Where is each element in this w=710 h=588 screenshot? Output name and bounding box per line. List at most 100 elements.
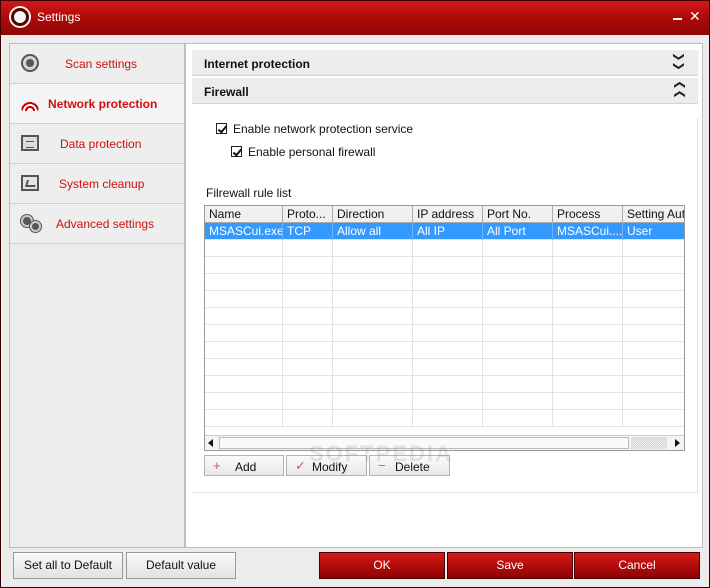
table-cell-empty bbox=[553, 291, 623, 308]
table-cell-empty bbox=[623, 308, 684, 325]
column-header-port[interactable]: Port No. bbox=[483, 206, 553, 223]
network-icon bbox=[21, 95, 39, 111]
section-title: Internet protection bbox=[204, 57, 311, 71]
column-header-protocol[interactable]: Proto... bbox=[283, 206, 333, 223]
firewall-rule-list-label: Filrewall rule list bbox=[206, 186, 292, 200]
table-cell-empty bbox=[283, 393, 333, 410]
table-cell-empty bbox=[413, 376, 483, 393]
table-cell-empty bbox=[333, 291, 413, 308]
table-row-empty bbox=[205, 308, 684, 325]
save-button[interactable]: Save bbox=[447, 552, 573, 579]
table-cell: All IP bbox=[413, 223, 483, 240]
minimize-button[interactable] bbox=[673, 11, 683, 21]
table-cell-empty bbox=[483, 308, 553, 325]
table-cell-empty bbox=[553, 393, 623, 410]
chevron-up-icon: ❯❯ bbox=[673, 80, 686, 99]
table-row-empty bbox=[205, 376, 684, 393]
plus-icon: + bbox=[213, 458, 221, 473]
table-cell-empty bbox=[623, 325, 684, 342]
table-cell-empty bbox=[553, 257, 623, 274]
sidebar-item-label: Data protection bbox=[60, 137, 142, 151]
scroll-left-arrow-icon[interactable] bbox=[208, 439, 213, 447]
table-cell-empty bbox=[413, 393, 483, 410]
table-cell-empty bbox=[205, 274, 283, 291]
table-row-empty bbox=[205, 240, 684, 257]
table-cell-empty bbox=[205, 240, 283, 257]
table-cell-empty bbox=[205, 359, 283, 376]
gear-icon bbox=[23, 56, 37, 70]
add-rule-button[interactable]: + Add bbox=[204, 455, 284, 476]
sidebar-item-network-protection[interactable]: Network protection bbox=[10, 84, 193, 124]
cancel-button[interactable]: Cancel bbox=[574, 552, 700, 579]
table-cell-empty bbox=[333, 342, 413, 359]
scrollbar-track[interactable] bbox=[631, 437, 667, 449]
column-header-direction[interactable]: Direction bbox=[333, 206, 413, 223]
table-cell-empty bbox=[413, 325, 483, 342]
table-cell-empty bbox=[483, 257, 553, 274]
watermark: SOFTPEDIA bbox=[309, 441, 453, 466]
table-cell-empty bbox=[333, 325, 413, 342]
table-cell-empty bbox=[283, 291, 333, 308]
table-row[interactable]: MSASCui.exe TCP Allow all All IP All Por… bbox=[205, 223, 684, 240]
table-cell-empty bbox=[623, 393, 684, 410]
table-cell-empty bbox=[205, 410, 283, 427]
sidebar-item-system-cleanup[interactable]: System cleanup bbox=[10, 164, 184, 204]
table-row-empty bbox=[205, 410, 684, 427]
table-row-empty bbox=[205, 359, 684, 376]
checkbox-label: Enable network protection service bbox=[233, 122, 414, 136]
table-cell-empty bbox=[413, 291, 483, 308]
sidebar-item-label: System cleanup bbox=[59, 177, 145, 191]
table-cell-empty bbox=[205, 393, 283, 410]
set-all-default-button[interactable]: Set all to Default bbox=[13, 552, 123, 579]
table-cell-empty bbox=[413, 308, 483, 325]
table-cell-empty bbox=[333, 257, 413, 274]
column-header-process[interactable]: Process bbox=[553, 206, 623, 223]
column-header-name[interactable]: Name bbox=[205, 206, 283, 223]
sidebar-item-data-protection[interactable]: Data protection bbox=[10, 124, 184, 164]
monitor-icon bbox=[21, 175, 39, 191]
default-value-button[interactable]: Default value bbox=[126, 552, 236, 579]
section-internet-protection[interactable]: Internet protection ❯❯ bbox=[192, 50, 698, 76]
table-cell-empty bbox=[623, 376, 684, 393]
table-cell-empty bbox=[483, 359, 553, 376]
table-cell-empty bbox=[283, 308, 333, 325]
sidebar-item-advanced-settings[interactable]: Advanced settings bbox=[10, 204, 184, 244]
table-cell: User bbox=[627, 224, 653, 238]
table-header: Name Proto... Direction IP address Port … bbox=[205, 206, 684, 223]
table-cell-empty bbox=[483, 342, 553, 359]
firewall-rule-table[interactable]: Name Proto... Direction IP address Port … bbox=[204, 205, 685, 451]
settings-content: Internet protection ❯❯ Firewall ❯❯ Enabl… bbox=[185, 43, 703, 548]
checkbox-checked[interactable] bbox=[216, 123, 227, 134]
checkbox-checked[interactable] bbox=[231, 146, 242, 157]
sidebar: Scan settings Network protection Data pr… bbox=[9, 43, 193, 548]
table-cell: Allow all bbox=[333, 223, 413, 240]
checkbox-label: Enable personal firewall bbox=[248, 145, 376, 159]
table-cell-empty bbox=[283, 325, 333, 342]
section-firewall[interactable]: Firewall ❯❯ bbox=[192, 78, 698, 104]
app-logo-icon bbox=[11, 8, 29, 26]
table-cell-empty bbox=[333, 274, 413, 291]
table-cell-empty bbox=[283, 274, 333, 291]
table-row-empty bbox=[205, 342, 684, 359]
table-cell-empty bbox=[413, 257, 483, 274]
table-cell-empty bbox=[483, 410, 553, 427]
table-cell: MSASCui.exe bbox=[205, 223, 283, 240]
table-cell-empty bbox=[623, 359, 684, 376]
section-title: Firewall bbox=[204, 85, 249, 99]
ok-button[interactable]: OK bbox=[319, 552, 445, 579]
table-cell-empty bbox=[483, 325, 553, 342]
table-cell-empty bbox=[333, 359, 413, 376]
title-bar[interactable]: Settings ✕ bbox=[1, 1, 709, 35]
chevron-down-icon: ❯❯ bbox=[672, 52, 685, 71]
column-header-setting-author[interactable]: Setting Aut bbox=[623, 206, 684, 223]
table-cell-empty bbox=[205, 308, 283, 325]
table-cell-empty bbox=[553, 274, 623, 291]
table-cell-empty bbox=[413, 410, 483, 427]
column-header-ip-address[interactable]: IP address bbox=[413, 206, 483, 223]
close-button[interactable]: ✕ bbox=[689, 7, 701, 25]
table-row-empty bbox=[205, 274, 684, 291]
table-cell-empty bbox=[413, 342, 483, 359]
scroll-right-arrow-icon[interactable] bbox=[675, 439, 680, 447]
table-cell-empty bbox=[553, 410, 623, 427]
sidebar-item-scan-settings[interactable]: Scan settings bbox=[10, 44, 184, 84]
